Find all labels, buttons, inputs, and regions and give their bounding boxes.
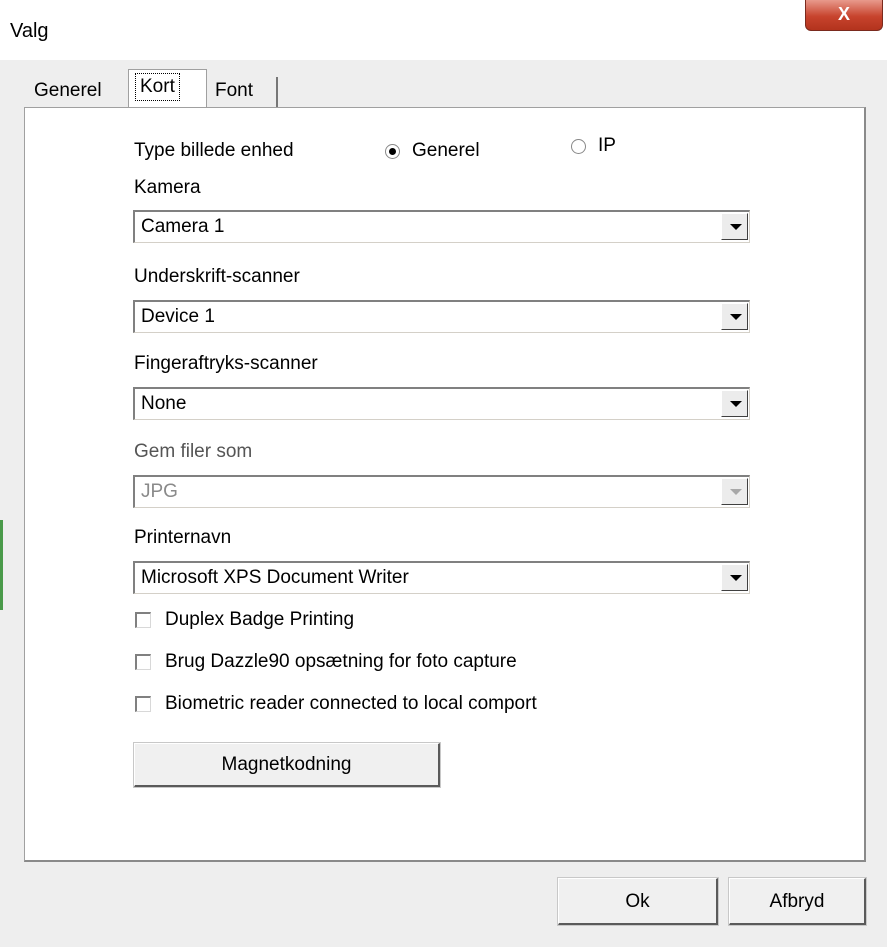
ok-button-label: Ok (625, 891, 650, 912)
duplex-checkbox[interactable] (135, 612, 151, 628)
tab-generel-label: Generel (34, 80, 102, 101)
window-title: Valg (10, 20, 49, 42)
printer-label: Printernavn (134, 527, 232, 548)
background-window-edge (0, 520, 3, 610)
fingerprint-scanner-select[interactable]: None (133, 387, 750, 420)
image-device-label: Type billede enhed (134, 140, 294, 161)
magnet-coding-button[interactable]: Magnetkodning (133, 742, 441, 788)
save-format-label: Gem filer som (134, 441, 253, 462)
radio-ip-indicator (571, 138, 586, 154)
printer-select[interactable]: Microsoft XPS Document Writer (133, 561, 750, 594)
ok-button[interactable]: Ok (557, 877, 719, 926)
biometric-checkbox[interactable] (135, 696, 151, 712)
dazzle-checkbox-label: Brug Dazzle90 opsætning for foto capture (165, 651, 517, 672)
signature-scanner-value: Device 1 (141, 306, 215, 327)
duplex-checkbox-row[interactable]: Duplex Badge Printing (135, 609, 354, 631)
chevron-down-icon (721, 478, 748, 505)
cancel-button-label: Afbryd (769, 891, 825, 912)
duplex-checkbox-label: Duplex Badge Printing (165, 609, 355, 630)
cancel-button[interactable]: Afbryd (728, 877, 867, 926)
biometric-checkbox-label: Biometric reader connected to local comp… (165, 693, 537, 714)
chevron-down-icon[interactable] (721, 213, 748, 240)
magnet-coding-button-label: Magnetkodning (221, 754, 352, 775)
dialog-window: Valg X Generel Kort Font Type billede en… (0, 0, 887, 947)
close-icon: X (837, 4, 850, 24)
signature-scanner-select[interactable]: Device 1 (133, 300, 750, 333)
dazzle-checkbox[interactable] (135, 654, 151, 670)
camera-label: Kamera (134, 177, 201, 198)
camera-select[interactable]: Camera 1 (133, 210, 750, 243)
title-bar: Valg X (0, 0, 887, 60)
radio-ip-label: IP (598, 135, 616, 156)
save-format-select: JPG (133, 475, 750, 508)
fingerprint-scanner-value: None (141, 393, 187, 414)
printer-value: Microsoft XPS Document Writer (141, 567, 409, 588)
fingerprint-scanner-label: Fingeraftryks-scanner (134, 353, 318, 374)
close-button[interactable]: X (805, 0, 883, 31)
radio-ip[interactable]: IP (571, 135, 616, 157)
dazzle-checkbox-row[interactable]: Brug Dazzle90 opsætning for foto capture (135, 651, 517, 673)
radio-generel-label: Generel (412, 140, 480, 161)
signature-scanner-label: Underskrift-scanner (134, 266, 300, 287)
chevron-down-icon[interactable] (721, 390, 748, 417)
chevron-down-icon[interactable] (721, 564, 748, 591)
radio-generel[interactable]: Generel (385, 140, 480, 162)
camera-value: Camera 1 (141, 216, 225, 237)
tab-kort[interactable]: Kort (128, 69, 207, 109)
tab-divider (276, 77, 278, 107)
tab-font-label: Font (215, 80, 254, 101)
tab-font[interactable]: Font (208, 73, 260, 107)
tab-kort-label: Kort (135, 73, 180, 101)
tab-generel[interactable]: Generel (27, 73, 109, 107)
biometric-checkbox-row[interactable]: Biometric reader connected to local comp… (135, 693, 537, 715)
radio-generel-indicator (385, 143, 400, 159)
save-format-value: JPG (141, 481, 178, 502)
chevron-down-icon[interactable] (721, 303, 748, 330)
